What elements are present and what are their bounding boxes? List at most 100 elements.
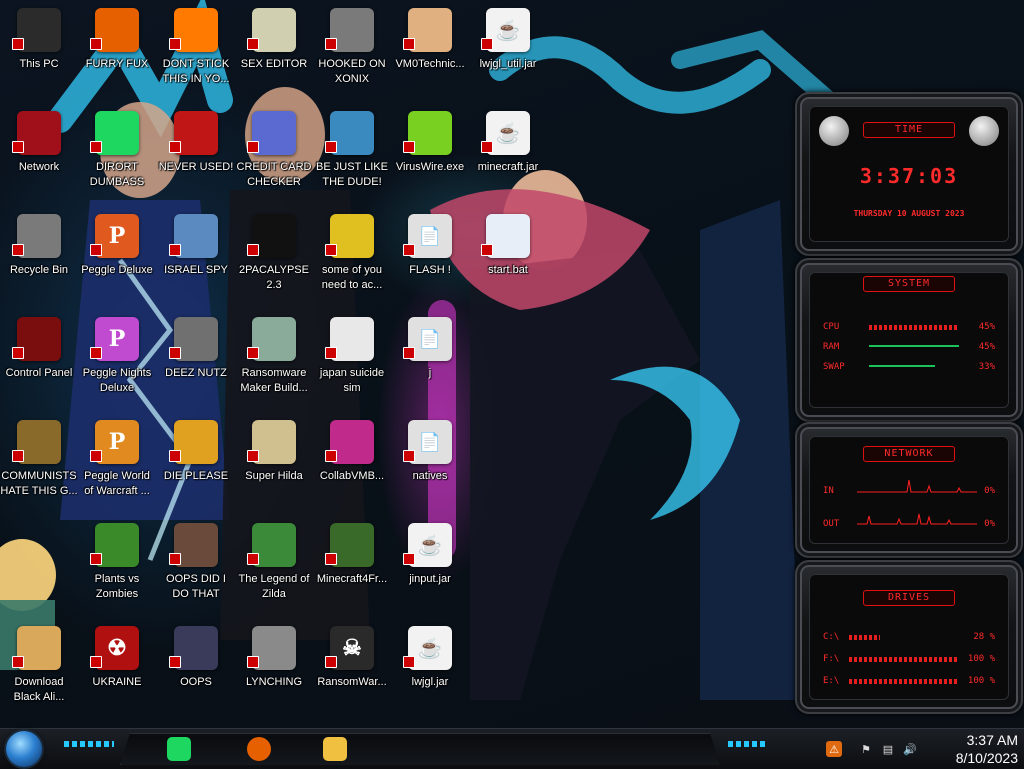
desktop-icon[interactable]: OOPS DID I DO THAT xyxy=(157,517,235,613)
shortcut-arrow-icon xyxy=(247,553,259,565)
desktop-icon[interactable]: P Peggle World of Warcraft ... xyxy=(78,414,156,510)
network-in-label: IN xyxy=(823,486,834,496)
desktop-icon[interactable]: The Legend of Zilda xyxy=(235,517,313,613)
desktop-icon-label: Peggle World of Warcraft ... xyxy=(84,470,150,497)
desktop-icon[interactable]: DEEZ NUTZ xyxy=(157,311,235,407)
taskbar-deco-right xyxy=(728,741,768,747)
taskbar-file-explorer-icon[interactable] xyxy=(318,732,352,766)
desktop-icon[interactable]: VM0Technic... xyxy=(391,2,469,98)
desktop-icon[interactable]: Plants vs Zombies xyxy=(78,517,156,613)
time-gadget-title: TIME xyxy=(863,122,955,138)
desktop-icon[interactable]: DONT STICK THIS IN YO... xyxy=(157,2,235,98)
taskbar-deco-left xyxy=(64,741,114,747)
desktop-icon[interactable]: ISRAEL SPY xyxy=(157,208,235,304)
desktop-icon[interactable]: Network xyxy=(0,105,78,201)
volume-icon[interactable]: 🔊 xyxy=(902,741,918,757)
desktop-icon[interactable]: Ransomware Maker Build... xyxy=(235,311,313,407)
desktop-icon[interactable]: some of you need to ac... xyxy=(313,208,391,304)
desktop-icon[interactable]: VirusWire.exe xyxy=(391,105,469,201)
taskbar: ⚠ ⚑ ▤ 🔊 3:37 AM 8/10/2023 xyxy=(0,728,1024,769)
desktop-icon[interactable]: Recycle Bin xyxy=(0,208,78,304)
update-icon[interactable]: ⚠ xyxy=(826,741,842,757)
desktop-icon[interactable]: DIRORT DUMBASS xyxy=(78,105,156,201)
network-gadget-title: NETWORK xyxy=(863,446,955,462)
drive-usage-bar xyxy=(849,657,959,662)
desktop-icon[interactable]: 2PACALYPSE 2.3 xyxy=(235,208,313,304)
taskbar-app-area xyxy=(120,733,720,765)
flag-icon[interactable]: ⚑ xyxy=(858,741,874,757)
desktop-icon[interactable]: ☕ lwjgl_util.jar xyxy=(469,2,547,98)
shortcut-arrow-icon xyxy=(403,553,415,565)
taskbar-chat-app-icon[interactable] xyxy=(162,732,196,766)
desktop-icon[interactable]: 📄 j xyxy=(391,311,469,407)
taskbar-clock[interactable]: 3:37 AM 8/10/2023 xyxy=(938,731,1018,767)
desktop-icon[interactable]: CollabVMB... xyxy=(313,414,391,510)
desktop-icon-label: Super Hilda xyxy=(245,470,303,482)
shortcut-arrow-icon xyxy=(481,38,493,50)
desktop-icon[interactable]: Super Hilda xyxy=(235,414,313,510)
desktop-icon-label: Ransomware Maker Build... xyxy=(240,367,308,394)
desktop-icon[interactable]: CREDIT CARD CHECKER xyxy=(235,105,313,201)
desktop-icon[interactable]: japan suicide sim xyxy=(313,311,391,407)
drive-row-value: 100 % xyxy=(967,654,995,664)
desktop-icon[interactable]: start.bat xyxy=(469,208,547,304)
desktop-icon-label: FURRY FUX xyxy=(85,58,149,70)
desktop-icon[interactable]: OOPS xyxy=(157,620,235,716)
desktop-icon[interactable]: ☠ RansomWar... xyxy=(313,620,391,716)
desktop-icon[interactable]: 📄 FLASH ! xyxy=(391,208,469,304)
shortcut-arrow-icon xyxy=(90,656,102,668)
desktop-icon[interactable]: LYNCHING xyxy=(235,620,313,716)
desktop-icon[interactable]: ☕ jinput.jar xyxy=(391,517,469,613)
desktop-icon[interactable]: ☕ lwjgl.jar xyxy=(391,620,469,716)
drive-usage-bar xyxy=(849,679,959,684)
shortcut-arrow-icon xyxy=(90,244,102,256)
system-row-label: SWAP xyxy=(823,362,845,372)
taskbar-firefox-icon[interactable] xyxy=(242,732,276,766)
shortcut-arrow-icon xyxy=(90,141,102,153)
desktop-icon[interactable]: NEVER USED! xyxy=(157,105,235,201)
desktop-icon[interactable]: DIE PLEASE xyxy=(157,414,235,510)
desktop-icon[interactable]: BE JUST LIKE THE DUDE! xyxy=(313,105,391,201)
system-row-value: 45% xyxy=(978,322,995,332)
desktop-icon[interactable]: HOOKED ON XONIX xyxy=(313,2,391,98)
desktop-icon[interactable]: This PC xyxy=(0,2,78,98)
desktop-icon[interactable]: COMMUNISTS HATE THIS G... xyxy=(0,414,78,510)
network-out-graph xyxy=(857,513,977,525)
shortcut-arrow-icon xyxy=(403,347,415,359)
shortcut-arrow-icon xyxy=(247,141,259,153)
shortcut-arrow-icon xyxy=(12,141,24,153)
network-gadget[interactable]: NETWORK IN 0% OUT 0% xyxy=(795,422,1023,558)
shortcut-arrow-icon xyxy=(169,244,181,256)
desktop-icon-label: start.bat xyxy=(488,264,528,276)
drives-gadget[interactable]: DRIVES C:\ 28 % F:\ 100 % E:\ 100 % xyxy=(795,560,1023,714)
desktop-icon-label: CREDIT CARD CHECKER xyxy=(236,161,312,188)
drive-row-label: F:\ xyxy=(823,654,840,664)
start-button[interactable] xyxy=(6,731,42,767)
system-gadget[interactable]: SYSTEM CPU 45% RAM 45% SWAP 33% xyxy=(795,258,1023,422)
time-gadget[interactable]: TIME 3:37:03 THURSDAY 10 AUGUST 2023 xyxy=(795,92,1023,256)
desktop-icon-label: minecraft.jar xyxy=(477,161,539,173)
shortcut-arrow-icon xyxy=(403,141,415,153)
shortcut-arrow-icon xyxy=(169,450,181,462)
desktop-icon-label: The Legend of Zilda xyxy=(238,573,310,600)
desktop-icon-label: Peggle Nights Deluxe xyxy=(82,367,152,394)
desktop-icon[interactable]: Download Black Ali... xyxy=(0,620,78,716)
desktop-icon-label: japan suicide sim xyxy=(319,367,385,394)
alien-logo-left-icon xyxy=(819,116,849,146)
desktop-icon[interactable]: ☢ UKRAINE xyxy=(78,620,156,716)
desktop-icon[interactable]: SEX EDITOR xyxy=(235,2,313,98)
desktop-icon[interactable]: P Peggle Deluxe xyxy=(78,208,156,304)
clock-time: 3:37 AM xyxy=(966,732,1018,748)
network-tray-icon[interactable]: ▤ xyxy=(880,741,896,757)
desktop-icon[interactable]: P Peggle Nights Deluxe xyxy=(78,311,156,407)
system-row-value: 45% xyxy=(978,342,995,352)
shortcut-arrow-icon xyxy=(12,656,24,668)
desktop-icon[interactable]: 📄 natives xyxy=(391,414,469,510)
system-row-label: RAM xyxy=(823,342,840,352)
desktop-icon-label: j xyxy=(428,367,432,379)
desktop-icon[interactable]: FURRY FUX xyxy=(78,2,156,98)
desktop-icon[interactable]: Minecraft4Fr... xyxy=(313,517,391,613)
desktop-icon[interactable]: ☕ minecraft.jar xyxy=(469,105,547,201)
desktop-icon[interactable]: Control Panel xyxy=(0,311,78,407)
shortcut-arrow-icon xyxy=(403,38,415,50)
